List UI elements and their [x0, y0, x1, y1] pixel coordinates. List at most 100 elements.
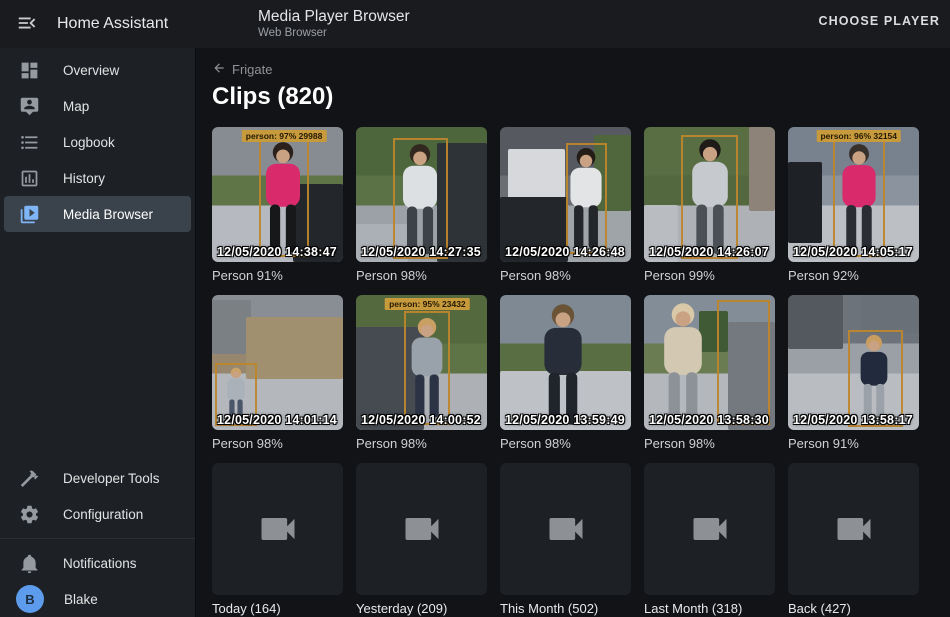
clip-tile[interactable]: person: 95% 2343212/05/2020 14:00:52Pers… [356, 295, 487, 451]
clip-tile[interactable]: 12/05/2020 14:26:48 Person 98% [500, 127, 631, 283]
person-figure [565, 147, 609, 251]
video-icon [688, 507, 732, 551]
page-title: Clips (820) [212, 83, 950, 111]
chart-box-icon [19, 168, 40, 189]
sidebar-item-configuration[interactable]: Configuration [4, 496, 191, 532]
arrow-left-icon [212, 61, 232, 78]
clips-grid: person: 97% 2998812/05/2020 14:38:47 Pers… [212, 127, 950, 616]
clip-timestamp: 12/05/2020 14:38:47 [217, 245, 337, 259]
sidebar-item-logbook[interactable]: Logbook [4, 124, 191, 160]
sidebar-item-map[interactable]: Map [4, 88, 191, 124]
video-icon [400, 507, 444, 551]
folder-thumbnail [356, 463, 487, 595]
person-figure [835, 143, 881, 254]
media-player-title: Media Player Browser [258, 7, 410, 26]
folder-tile[interactable]: Back (427) [788, 463, 919, 616]
sidebar-item-history[interactable]: History [4, 160, 191, 196]
person-figure [396, 143, 444, 256]
clip-tile[interactable]: 12/05/2020 14:01:14Person 98% [212, 295, 343, 451]
avatar: B [16, 585, 44, 613]
detection-bounding-box [717, 300, 769, 424]
breadcrumb-back[interactable]: Frigate [212, 61, 272, 78]
clip-tile[interactable]: person: 96% 3215412/05/2020 14:05:17Pers… [788, 127, 919, 283]
clip-tile[interactable]: person: 97% 2998812/05/2020 14:38:47 Pers… [212, 127, 343, 283]
hammer-icon [19, 468, 40, 489]
clip-timestamp: 12/05/2020 13:58:30 [649, 413, 769, 427]
clip-thumbnail: 12/05/2020 13:58:30 [644, 295, 775, 430]
scene-block [788, 162, 822, 243]
clip-thumbnail: 12/05/2020 14:26:07 [644, 127, 775, 262]
clip-timestamp: 12/05/2020 13:58:17 [793, 413, 913, 427]
clip-label: Person 91% [788, 436, 919, 451]
sidebar: Overview Map Logbook History Media Browser De… [0, 48, 196, 617]
sidebar-item-label: Map [63, 99, 89, 114]
media-player-subtitle: Web Browser [258, 26, 410, 40]
clip-label: Person 98% [500, 436, 631, 451]
sidebar-item-label: Blake [64, 592, 98, 607]
sidebar-divider [0, 538, 195, 539]
clip-timestamp: 12/05/2020 14:26:07 [649, 245, 769, 259]
clip-thumbnail: 12/05/2020 14:26:48 [500, 127, 631, 262]
clip-timestamp: 12/05/2020 14:26:48 [505, 245, 625, 259]
folder-thumbnail [788, 463, 919, 595]
clip-timestamp: 12/05/2020 13:59:49 [505, 413, 625, 427]
clip-thumbnail: person: 95% 23432 12/05/2020 14:00:52 [356, 295, 487, 430]
sidebar-item-media-browser[interactable]: Media Browser [4, 196, 191, 232]
clip-tile[interactable]: 12/05/2020 14:26:07 Person 99% [644, 127, 775, 283]
sidebar-item-notifications[interactable]: Notifications [4, 545, 191, 581]
format-list-icon [19, 132, 40, 153]
sidebar-item-label: History [63, 171, 105, 186]
clip-thumbnail: 12/05/2020 13:58:17 [788, 295, 919, 430]
clip-thumbnail: person: 96% 3215412/05/2020 14:05:17 [788, 127, 919, 262]
cog-icon [19, 504, 40, 525]
person-figure [259, 141, 307, 254]
folder-label: This Month (502) [500, 601, 631, 616]
clip-tile[interactable]: 12/05/2020 14:27:35 Person 98% [356, 127, 487, 283]
scene-block [861, 295, 919, 333]
detection-annotation: person: 95% 23432 [385, 298, 470, 310]
folder-tile[interactable]: Today (164) [212, 463, 343, 616]
clip-timestamp: 12/05/2020 14:00:52 [361, 413, 481, 427]
folder-tile[interactable]: This Month (502) [500, 463, 631, 616]
person-figure [856, 334, 893, 423]
video-icon [832, 507, 876, 551]
clip-label: Person 99% [644, 268, 775, 283]
person-figure [537, 303, 589, 427]
sidebar-item-label: Overview [63, 63, 119, 78]
clip-tile[interactable]: 12/05/2020 13:58:30 Person 98% [644, 295, 775, 451]
clip-label: Person 98% [212, 436, 343, 451]
breadcrumb-label: Frigate [232, 62, 272, 77]
scene-block [749, 127, 775, 211]
sidebar-item-developer-tools[interactable]: Developer Tools [4, 460, 191, 496]
detection-annotation: person: 96% 32154 [816, 130, 901, 142]
clip-tile[interactable]: 12/05/2020 13:59:49 Person 98% [500, 295, 631, 451]
menu-open-icon [16, 12, 38, 37]
choose-player-button[interactable]: CHOOSE PLAYER [818, 14, 940, 28]
sidebar-item-blake[interactable]: B Blake [4, 581, 191, 617]
clip-label: Person 98% [356, 268, 487, 283]
view-dashboard-icon [19, 60, 40, 81]
topbar-left: Home Assistant [0, 11, 196, 37]
clip-tile[interactable]: 12/05/2020 13:58:17 Person 91% [788, 295, 919, 451]
folder-label: Last Month (318) [644, 601, 775, 616]
person-figure [685, 138, 735, 257]
clip-label: Person 98% [500, 268, 631, 283]
clip-label: Person 98% [644, 436, 775, 451]
sidebar-toggle-button[interactable] [14, 11, 40, 37]
tooltip-account-icon [19, 96, 40, 117]
clip-timestamp: 12/05/2020 14:27:35 [361, 245, 481, 259]
folder-thumbnail [500, 463, 631, 595]
sidebar-item-label: Logbook [63, 135, 115, 150]
folder-tile[interactable]: Last Month (318) [644, 463, 775, 616]
person-figure [657, 302, 710, 428]
sidebar-item-label: Media Browser [63, 207, 153, 222]
clip-label: Person 91% [212, 268, 343, 283]
folder-tile[interactable]: Yesterday (209) [356, 463, 487, 616]
sidebar-item-overview[interactable]: Overview [4, 52, 191, 88]
clip-thumbnail: 12/05/2020 14:27:35 [356, 127, 487, 262]
folder-thumbnail [212, 463, 343, 595]
video-icon [544, 507, 588, 551]
top-app-bar: Home Assistant Media Player Browser Web … [0, 0, 950, 48]
clip-thumbnail: person: 97% 2998812/05/2020 14:38:47 [212, 127, 343, 262]
play-box-multiple-icon [19, 204, 40, 225]
